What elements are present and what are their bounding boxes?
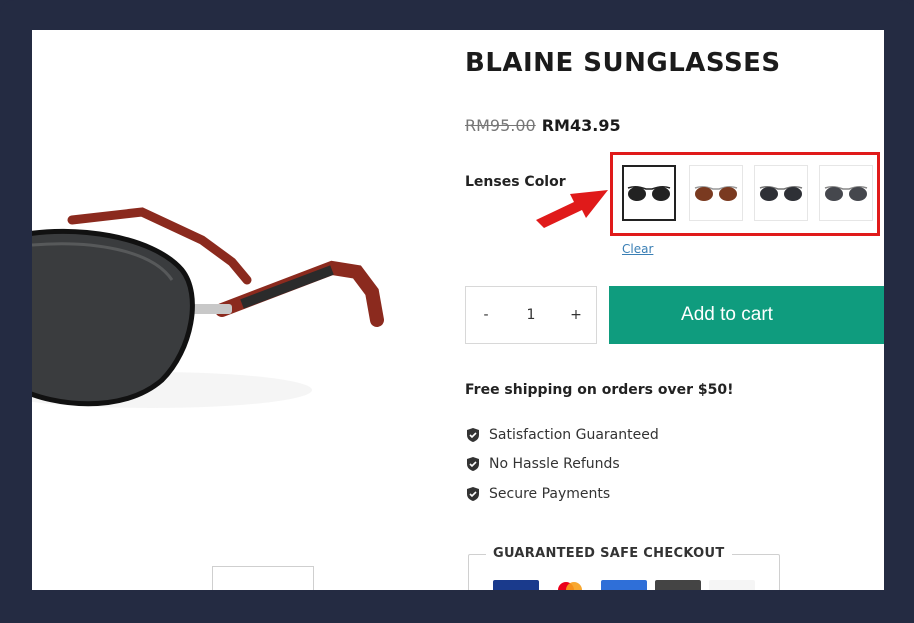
benefit-label: Secure Payments — [489, 486, 611, 502]
amex-icon — [601, 580, 647, 590]
clear-selection-link[interactable]: Clear — [622, 242, 653, 256]
paypal-icon — [709, 580, 755, 590]
safe-checkout-title: GUARANTEED SAFE CHECKOUT — [486, 546, 732, 561]
shield-check-icon — [467, 487, 479, 501]
visa-icon — [493, 580, 539, 590]
card-icon — [655, 580, 701, 590]
shield-check-icon — [467, 428, 479, 442]
original-price: RM95.00 — [465, 116, 536, 135]
free-shipping-text: Free shipping on orders over $50! — [465, 382, 734, 398]
product-page: BLAINE SUNGLASSES RM95.00 RM43.95 Lenses … — [32, 30, 884, 590]
quantity-increment-button[interactable]: + — [568, 307, 584, 323]
product-image — [32, 30, 452, 590]
benefit-label: No Hassle Refunds — [489, 456, 620, 472]
image-thumbnail[interactable] — [212, 566, 314, 590]
benefit-item: Satisfaction Guaranteed — [465, 427, 659, 443]
benefit-label: Satisfaction Guaranteed — [489, 427, 659, 443]
benefit-item: No Hassle Refunds — [465, 456, 620, 472]
quantity-stepper[interactable]: - 1 + — [465, 286, 597, 344]
mastercard-icon — [547, 580, 593, 590]
quantity-decrement-button[interactable]: - — [478, 307, 494, 323]
quantity-value[interactable]: 1 — [523, 307, 539, 323]
product-title: BLAINE SUNGLASSES — [465, 48, 781, 78]
sale-price: RM43.95 — [541, 116, 621, 135]
add-to-cart-button[interactable]: Add to cart — [609, 286, 884, 344]
shield-check-icon — [467, 457, 479, 471]
price-row: RM95.00 RM43.95 — [465, 116, 621, 135]
highlight-box — [610, 152, 880, 236]
pointer-arrow-icon — [532, 182, 612, 232]
benefit-item: Secure Payments — [465, 486, 610, 502]
frame-bottom — [0, 590, 914, 623]
